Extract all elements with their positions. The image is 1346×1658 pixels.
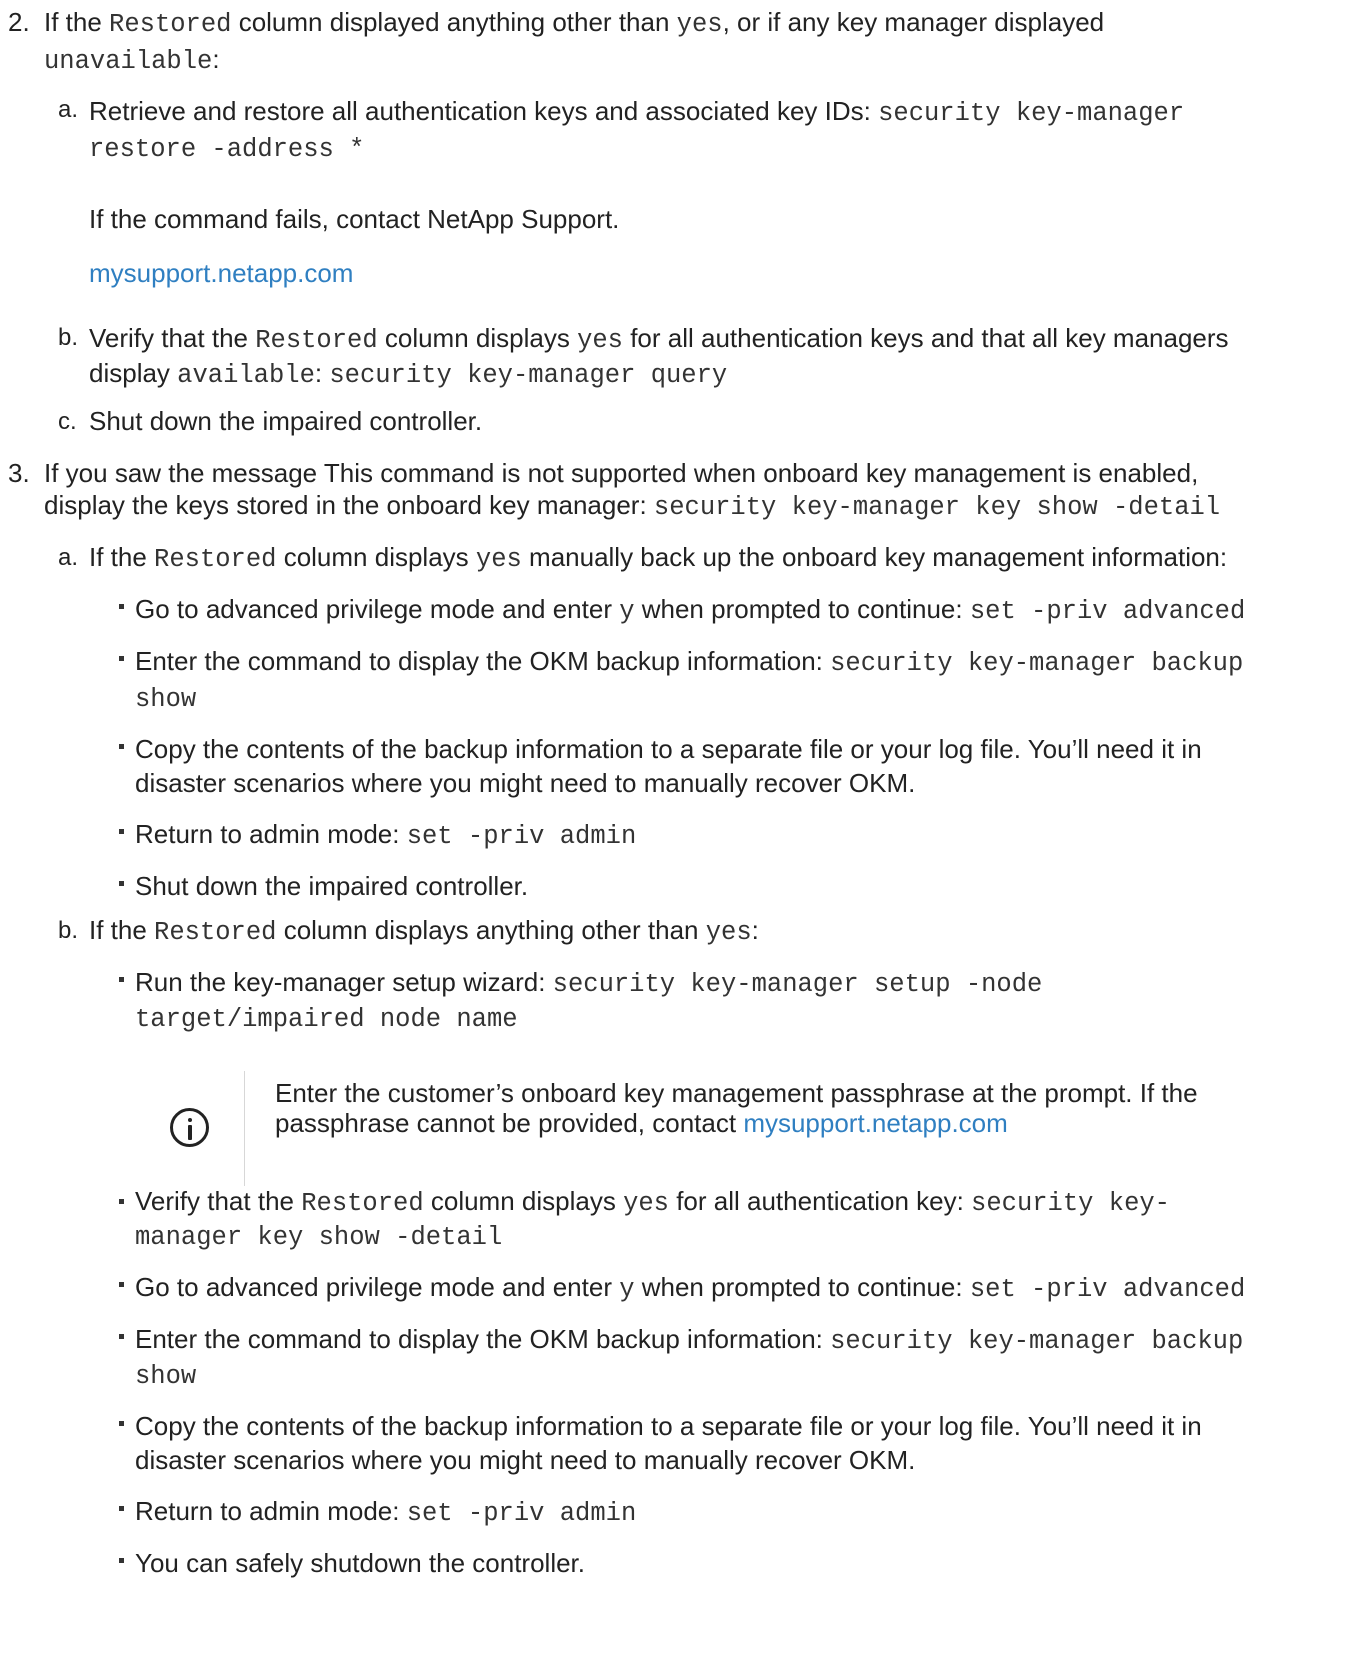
substep-label: b. bbox=[58, 324, 79, 351]
step-3b-item-4-line-1: Enter the command to display the OKM bac… bbox=[135, 1324, 1244, 1356]
step-3b-item-2-line-2: manager key show -detail bbox=[135, 1223, 503, 1252]
step-2c-text: Shut down the impaired controller. bbox=[89, 406, 483, 436]
bullet-marker bbox=[119, 881, 124, 886]
step-3b-item-6: Return to admin mode: set -priv admin bbox=[135, 1496, 637, 1528]
substep-label: c. bbox=[58, 408, 77, 435]
step-3a-item-3-line-1: Copy the contents of the backup informat… bbox=[135, 734, 1202, 764]
step-3a-item-4: Return to admin mode: set -priv admin bbox=[135, 819, 637, 851]
step-3b-line-1: If the Restored column displays anything… bbox=[89, 915, 759, 947]
step-3a-item-3-line-2: disaster scenarios where you might need … bbox=[135, 768, 916, 798]
bullet-marker bbox=[119, 1558, 124, 1563]
bullet-marker bbox=[119, 977, 124, 982]
info-icon bbox=[170, 1108, 209, 1147]
step-3a-item-2-line-2: show bbox=[135, 685, 197, 714]
note-divider bbox=[244, 1071, 245, 1186]
step-3b-item-7: You can safely shutdown the controller. bbox=[135, 1548, 585, 1578]
step-3b-item-5-line-1: Copy the contents of the backup informat… bbox=[135, 1411, 1202, 1441]
procedure-document: 2. If the Restored column displayed anyt… bbox=[0, 0, 1346, 1658]
bullet-marker bbox=[119, 744, 124, 749]
step-2a-line-2: restore -address * bbox=[89, 135, 365, 164]
step-3b-item-5-line-2: disaster scenarios where you might need … bbox=[135, 1445, 916, 1475]
step-3a-item-1: Go to advanced privilege mode and enter … bbox=[135, 594, 1246, 626]
step-2b-line-1: Verify that the Restored column displays… bbox=[89, 323, 1229, 355]
note-line-2: passphrase cannot be provided, contact m… bbox=[275, 1108, 1008, 1138]
substep-label: b. bbox=[58, 917, 79, 944]
bullet-marker bbox=[119, 1282, 124, 1287]
mysupport-link[interactable]: mysupport.netapp.com bbox=[89, 256, 353, 291]
step-2-line-1: If the Restored column displayed anythin… bbox=[44, 7, 1105, 39]
step-3b-item-1-line-1: Run the key-manager setup wizard: securi… bbox=[135, 967, 1043, 999]
step-2a-line-1: Retrieve and restore all authentication … bbox=[89, 96, 1185, 128]
bullet-marker bbox=[119, 656, 124, 661]
step-number: 3. bbox=[8, 458, 30, 488]
step-3b-item-4-line-2: show bbox=[135, 1362, 197, 1391]
step-3a-line-1: If the Restored column displays yes manu… bbox=[89, 542, 1228, 574]
step-3a-item-2-line-1: Enter the command to display the OKM bac… bbox=[135, 646, 1244, 678]
bullet-marker bbox=[119, 829, 124, 834]
step-2b-line-2: display available: security key-manager … bbox=[89, 358, 728, 390]
step-3b-item-3: Go to advanced privilege mode and enter … bbox=[135, 1272, 1246, 1304]
step-2a-fail-text: If the command fails, contact NetApp Sup… bbox=[89, 204, 620, 234]
step-number: 2. bbox=[8, 7, 30, 37]
substep-label: a. bbox=[58, 96, 79, 123]
step-3-line-1: If you saw the message This command is n… bbox=[44, 458, 1199, 488]
bullet-marker bbox=[119, 1506, 124, 1511]
step-3-line-2: display the keys stored in the onboard k… bbox=[44, 490, 1221, 522]
mysupport-link[interactable]: mysupport.netapp.com bbox=[743, 1108, 1007, 1138]
step-2-line-2: unavailable: bbox=[44, 44, 220, 76]
bullet-marker bbox=[119, 1334, 124, 1339]
step-3a-item-5: Shut down the impaired controller. bbox=[135, 871, 529, 901]
step-3b-item-1-line-2: target/impaired node name bbox=[135, 1005, 518, 1034]
bullet-marker bbox=[119, 1421, 124, 1426]
bullet-marker bbox=[119, 1199, 124, 1204]
bullet-marker bbox=[119, 604, 124, 609]
substep-label: a. bbox=[58, 544, 79, 571]
step-3b-item-2-line-1: Verify that the Restored column displays… bbox=[135, 1186, 1170, 1218]
